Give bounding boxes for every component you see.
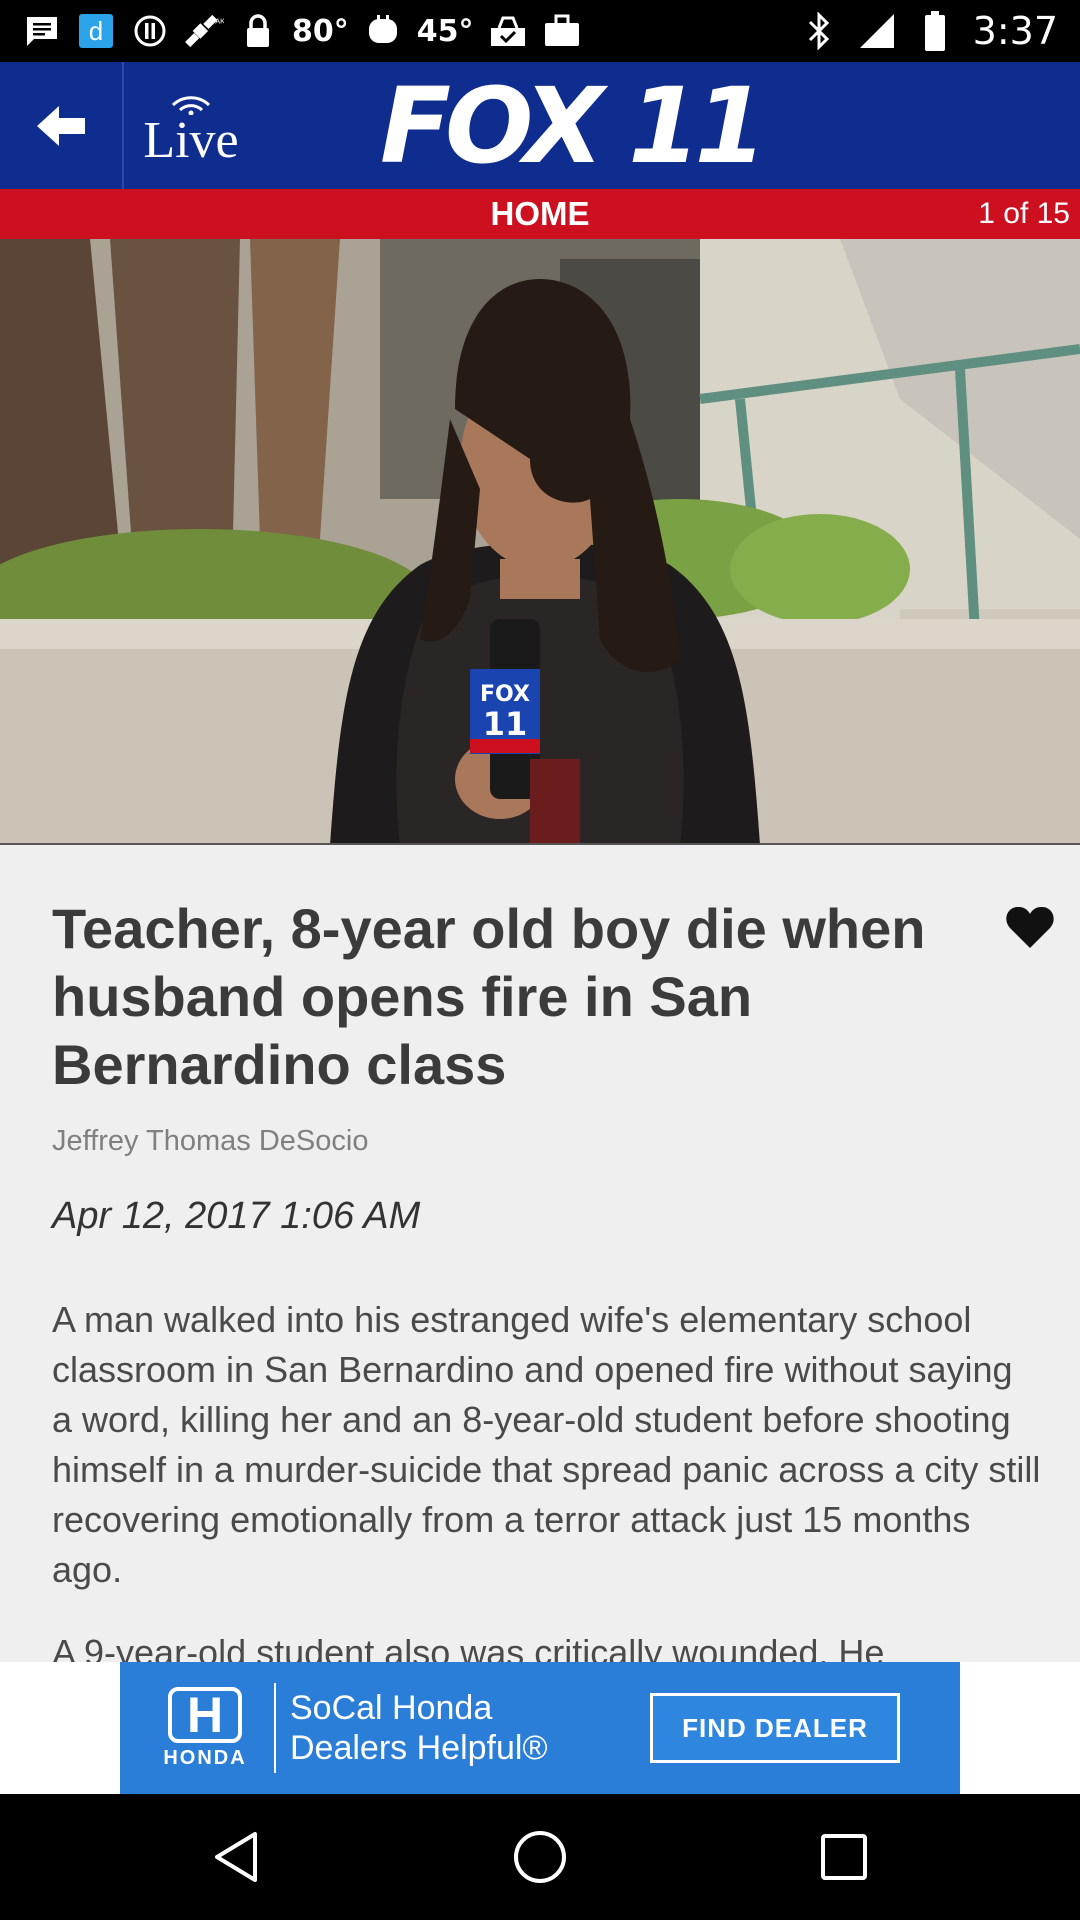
- data-saver-icon: [130, 11, 170, 51]
- signal-icon: [857, 11, 897, 51]
- article-content[interactable]: Teacher, 8-year old boy die when husband…: [0, 845, 1080, 1662]
- honda-logo: H HONDA: [150, 1678, 260, 1778]
- svg-text:11: 11: [483, 705, 528, 743]
- section-bar: HOME 1 of 15: [0, 189, 1080, 239]
- checkbox-bag-icon: [488, 11, 528, 51]
- satellite-fake-icon: FAKE: [184, 11, 224, 51]
- lock-icon: [238, 11, 278, 51]
- nav-back-icon: [215, 1832, 257, 1882]
- article-body: A man walked into his estranged wife's e…: [52, 1295, 1042, 1662]
- reporter-photo: FOX 11: [0, 239, 1080, 843]
- app-header: Live FOX 11: [0, 62, 1080, 189]
- ad-brand: HONDA: [163, 1746, 247, 1769]
- article-date: Apr 12, 2017 1:06 AM: [52, 1195, 421, 1237]
- nav-home-icon: [514, 1831, 566, 1883]
- article-counter: 1 of 15: [978, 197, 1070, 230]
- message-icon: [22, 11, 62, 51]
- live-label: Live: [143, 111, 239, 169]
- honda-ad-banner[interactable]: H HONDA SoCal Honda Dealers Helpful® FIN…: [120, 1662, 960, 1794]
- temperature-1: 80°: [292, 13, 349, 49]
- svg-text:FAKE: FAKE: [211, 17, 224, 26]
- live-broadcast-icon: [171, 95, 211, 115]
- ad-copy: SoCal Honda Dealers Helpful®: [290, 1689, 548, 1767]
- ad-banner-container: H HONDA SoCal Honda Dealers Helpful® FIN…: [0, 1662, 1080, 1794]
- svg-text:d: d: [89, 16, 103, 46]
- temperature-2: 45°: [416, 13, 474, 49]
- ad-divider: [274, 1683, 276, 1773]
- briefcase-icon: [542, 11, 582, 51]
- app-d-icon: d: [76, 11, 116, 51]
- hero-image[interactable]: FOX 11: [0, 239, 1080, 845]
- nav-home-button[interactable]: [500, 1817, 580, 1897]
- heart-icon: [1006, 906, 1054, 948]
- article-paragraph: A man walked into his estranged wife's e…: [52, 1299, 1041, 1590]
- clock: 3:37: [972, 9, 1058, 53]
- system-nav-bar: [0, 1794, 1080, 1920]
- nav-recents-icon: [821, 1834, 867, 1880]
- battery-icon: [915, 11, 955, 51]
- nav-recents-button[interactable]: [804, 1817, 884, 1897]
- bluetooth-icon: [799, 11, 839, 51]
- back-arrow-icon: [37, 105, 85, 146]
- find-dealer-button[interactable]: FIND DEALER: [650, 1693, 900, 1763]
- fox11-logo: FOX 11: [380, 65, 767, 187]
- article-headline: Teacher, 8-year old boy die when husband…: [52, 897, 926, 1096]
- favorite-button[interactable]: [1000, 898, 1060, 958]
- status-bar: d FAKE 80° 45° 3:37: [0, 0, 1080, 62]
- back-button[interactable]: [0, 62, 124, 189]
- nav-back-button[interactable]: [196, 1817, 276, 1897]
- live-button[interactable]: Live: [126, 62, 256, 189]
- honda-h-icon: H: [168, 1686, 242, 1743]
- article-author: Jeffrey Thomas DeSocio: [52, 1125, 369, 1157]
- section-title: HOME: [490, 195, 590, 232]
- svg-text:FOX: FOX: [480, 682, 530, 707]
- game-icon: [363, 11, 403, 51]
- article-paragraph: A 9-year-old student also was critically…: [52, 1632, 885, 1662]
